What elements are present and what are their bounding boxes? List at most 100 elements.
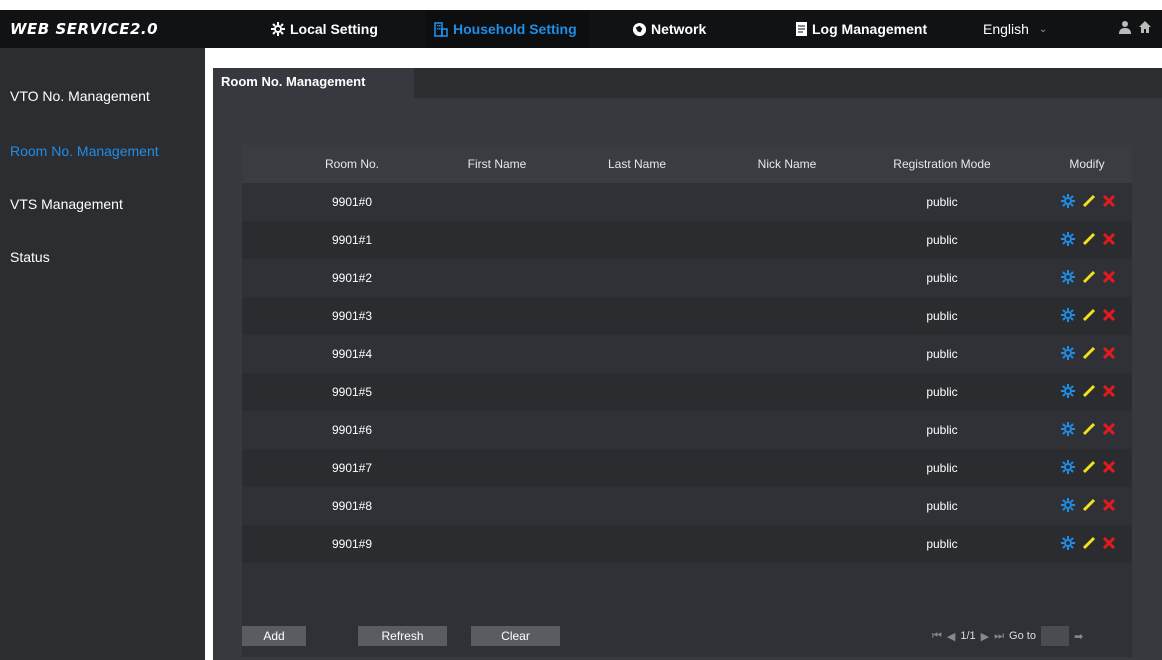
cell-registration-mode: public — [926, 347, 958, 361]
row-actions — [1060, 307, 1116, 326]
column-header-room-no: Room No. — [324, 157, 380, 171]
column-header-nick-name: Nick Name — [757, 157, 817, 171]
last-page-icon[interactable]: ⏭ — [994, 630, 1004, 643]
cell-room-no: 9901#1 — [331, 233, 373, 247]
cell-registration-mode: public — [926, 233, 958, 247]
chevron-down-icon: ⌄ — [1038, 23, 1048, 35]
prev-page-icon[interactable]: ◀ — [947, 630, 955, 643]
table-row: 9901#1 public — [242, 221, 1132, 259]
delete-icon[interactable] — [1102, 346, 1116, 363]
cell-registration-mode: public — [926, 499, 958, 513]
row-actions — [1060, 497, 1116, 516]
column-header-first-name: First Name — [467, 157, 527, 171]
delete-icon[interactable] — [1102, 422, 1116, 439]
building-icon — [433, 21, 449, 37]
clear-button[interactable]: Clear — [471, 626, 560, 646]
delete-icon[interactable] — [1102, 384, 1116, 401]
home-icon[interactable] — [1138, 20, 1152, 39]
table-row: 9901#6 public — [242, 411, 1132, 449]
table-row: 9901#9 public — [242, 525, 1132, 563]
table-row: 9901#5 public — [242, 373, 1132, 411]
globe-icon — [632, 22, 647, 37]
refresh-button[interactable]: Refresh — [358, 626, 447, 646]
nav-local-setting[interactable]: Local Setting — [270, 10, 378, 48]
page-indicator: 1/1 — [960, 630, 976, 642]
sidebar-item-vto-no-management[interactable]: VTO No. Management — [10, 88, 150, 104]
column-header-registration-mode: Registration Mode — [893, 157, 991, 171]
add-button[interactable]: Add — [242, 626, 306, 646]
pencil-icon[interactable] — [1082, 270, 1096, 287]
pencil-icon[interactable] — [1082, 384, 1096, 401]
sidebar: VTO No. Management Room No. Management V… — [0, 48, 205, 660]
delete-icon[interactable] — [1102, 232, 1116, 249]
table-row: 9901#7 public — [242, 449, 1132, 487]
nav-network[interactable]: Network — [632, 10, 706, 48]
next-page-icon[interactable]: ▶ — [981, 630, 989, 643]
nav-label: Network — [651, 21, 707, 37]
top-navigation-bar: WEB SERVICE2.0 Local Setting Household S… — [0, 10, 1162, 48]
language-label: English — [983, 21, 1029, 37]
cell-registration-mode: public — [926, 537, 958, 551]
nav-label: Local Setting — [290, 21, 378, 37]
cell-room-no: 9901#9 — [331, 537, 373, 551]
gear-icon[interactable] — [1060, 459, 1076, 478]
main-panel: Room No. Management Room No. First Name … — [213, 68, 1162, 660]
gear-icon[interactable] — [1060, 383, 1076, 402]
table-row: 9901#4 public — [242, 335, 1132, 373]
goto-label: Go to — [1009, 630, 1036, 642]
pencil-icon[interactable] — [1082, 346, 1096, 363]
pencil-icon[interactable] — [1082, 498, 1096, 515]
tab-room-no-management[interactable]: Room No. Management — [213, 68, 414, 98]
cell-room-no: 9901#8 — [331, 499, 373, 513]
gear-icon[interactable] — [1060, 193, 1076, 212]
row-actions — [1060, 193, 1116, 212]
nav-log-management[interactable]: Log Management — [795, 10, 927, 48]
delete-icon[interactable] — [1102, 460, 1116, 477]
gear-outline-icon — [270, 21, 286, 37]
cell-room-no: 9901#7 — [331, 461, 373, 475]
first-page-icon[interactable]: ⏮ — [932, 630, 942, 643]
pagination: ⏮ ◀ 1/1 ▶ ⏭ Go to ➡ — [932, 626, 1083, 646]
app-logo: WEB SERVICE2.0 — [10, 20, 159, 38]
cell-room-no: 9901#3 — [331, 309, 373, 323]
gear-icon[interactable] — [1060, 497, 1076, 516]
gear-icon[interactable] — [1060, 307, 1076, 326]
cell-room-no: 9901#5 — [331, 385, 373, 399]
table-row: 9901#3 public — [242, 297, 1132, 335]
goto-arrow-icon[interactable]: ➡ — [1074, 630, 1083, 643]
delete-icon[interactable] — [1102, 194, 1116, 211]
room-table: Room No. First Name Last Name Nick Name … — [242, 145, 1132, 657]
delete-icon[interactable] — [1102, 498, 1116, 515]
tab-bar: Room No. Management — [213, 68, 1162, 98]
row-actions — [1060, 535, 1116, 554]
cell-registration-mode: public — [926, 309, 958, 323]
delete-icon[interactable] — [1102, 308, 1116, 325]
pencil-icon[interactable] — [1082, 194, 1096, 211]
cell-registration-mode: public — [926, 195, 958, 209]
nav-label: Household Setting — [453, 21, 577, 37]
top-icons — [1118, 20, 1152, 39]
delete-icon[interactable] — [1102, 536, 1116, 553]
sidebar-item-status[interactable]: Status — [10, 249, 50, 265]
sidebar-item-vts-management[interactable]: VTS Management — [10, 196, 123, 212]
delete-icon[interactable] — [1102, 270, 1116, 287]
goto-page-input[interactable] — [1040, 626, 1069, 646]
gear-icon[interactable] — [1060, 421, 1076, 440]
sidebar-item-room-no-management[interactable]: Room No. Management — [10, 143, 159, 159]
gear-icon[interactable] — [1060, 231, 1076, 250]
pencil-icon[interactable] — [1082, 536, 1096, 553]
language-select[interactable]: English ⌄ — [983, 10, 1047, 48]
pencil-icon[interactable] — [1082, 308, 1096, 325]
pencil-icon[interactable] — [1082, 422, 1096, 439]
cell-registration-mode: public — [926, 423, 958, 437]
nav-household-setting[interactable]: Household Setting — [425, 10, 589, 48]
gear-icon[interactable] — [1060, 269, 1076, 288]
gear-icon[interactable] — [1060, 535, 1076, 554]
row-actions — [1060, 421, 1116, 440]
pencil-icon[interactable] — [1082, 232, 1096, 249]
user-icon[interactable] — [1118, 20, 1132, 39]
gear-icon[interactable] — [1060, 345, 1076, 364]
row-actions — [1060, 383, 1116, 402]
cell-room-no: 9901#4 — [331, 347, 373, 361]
pencil-icon[interactable] — [1082, 460, 1096, 477]
